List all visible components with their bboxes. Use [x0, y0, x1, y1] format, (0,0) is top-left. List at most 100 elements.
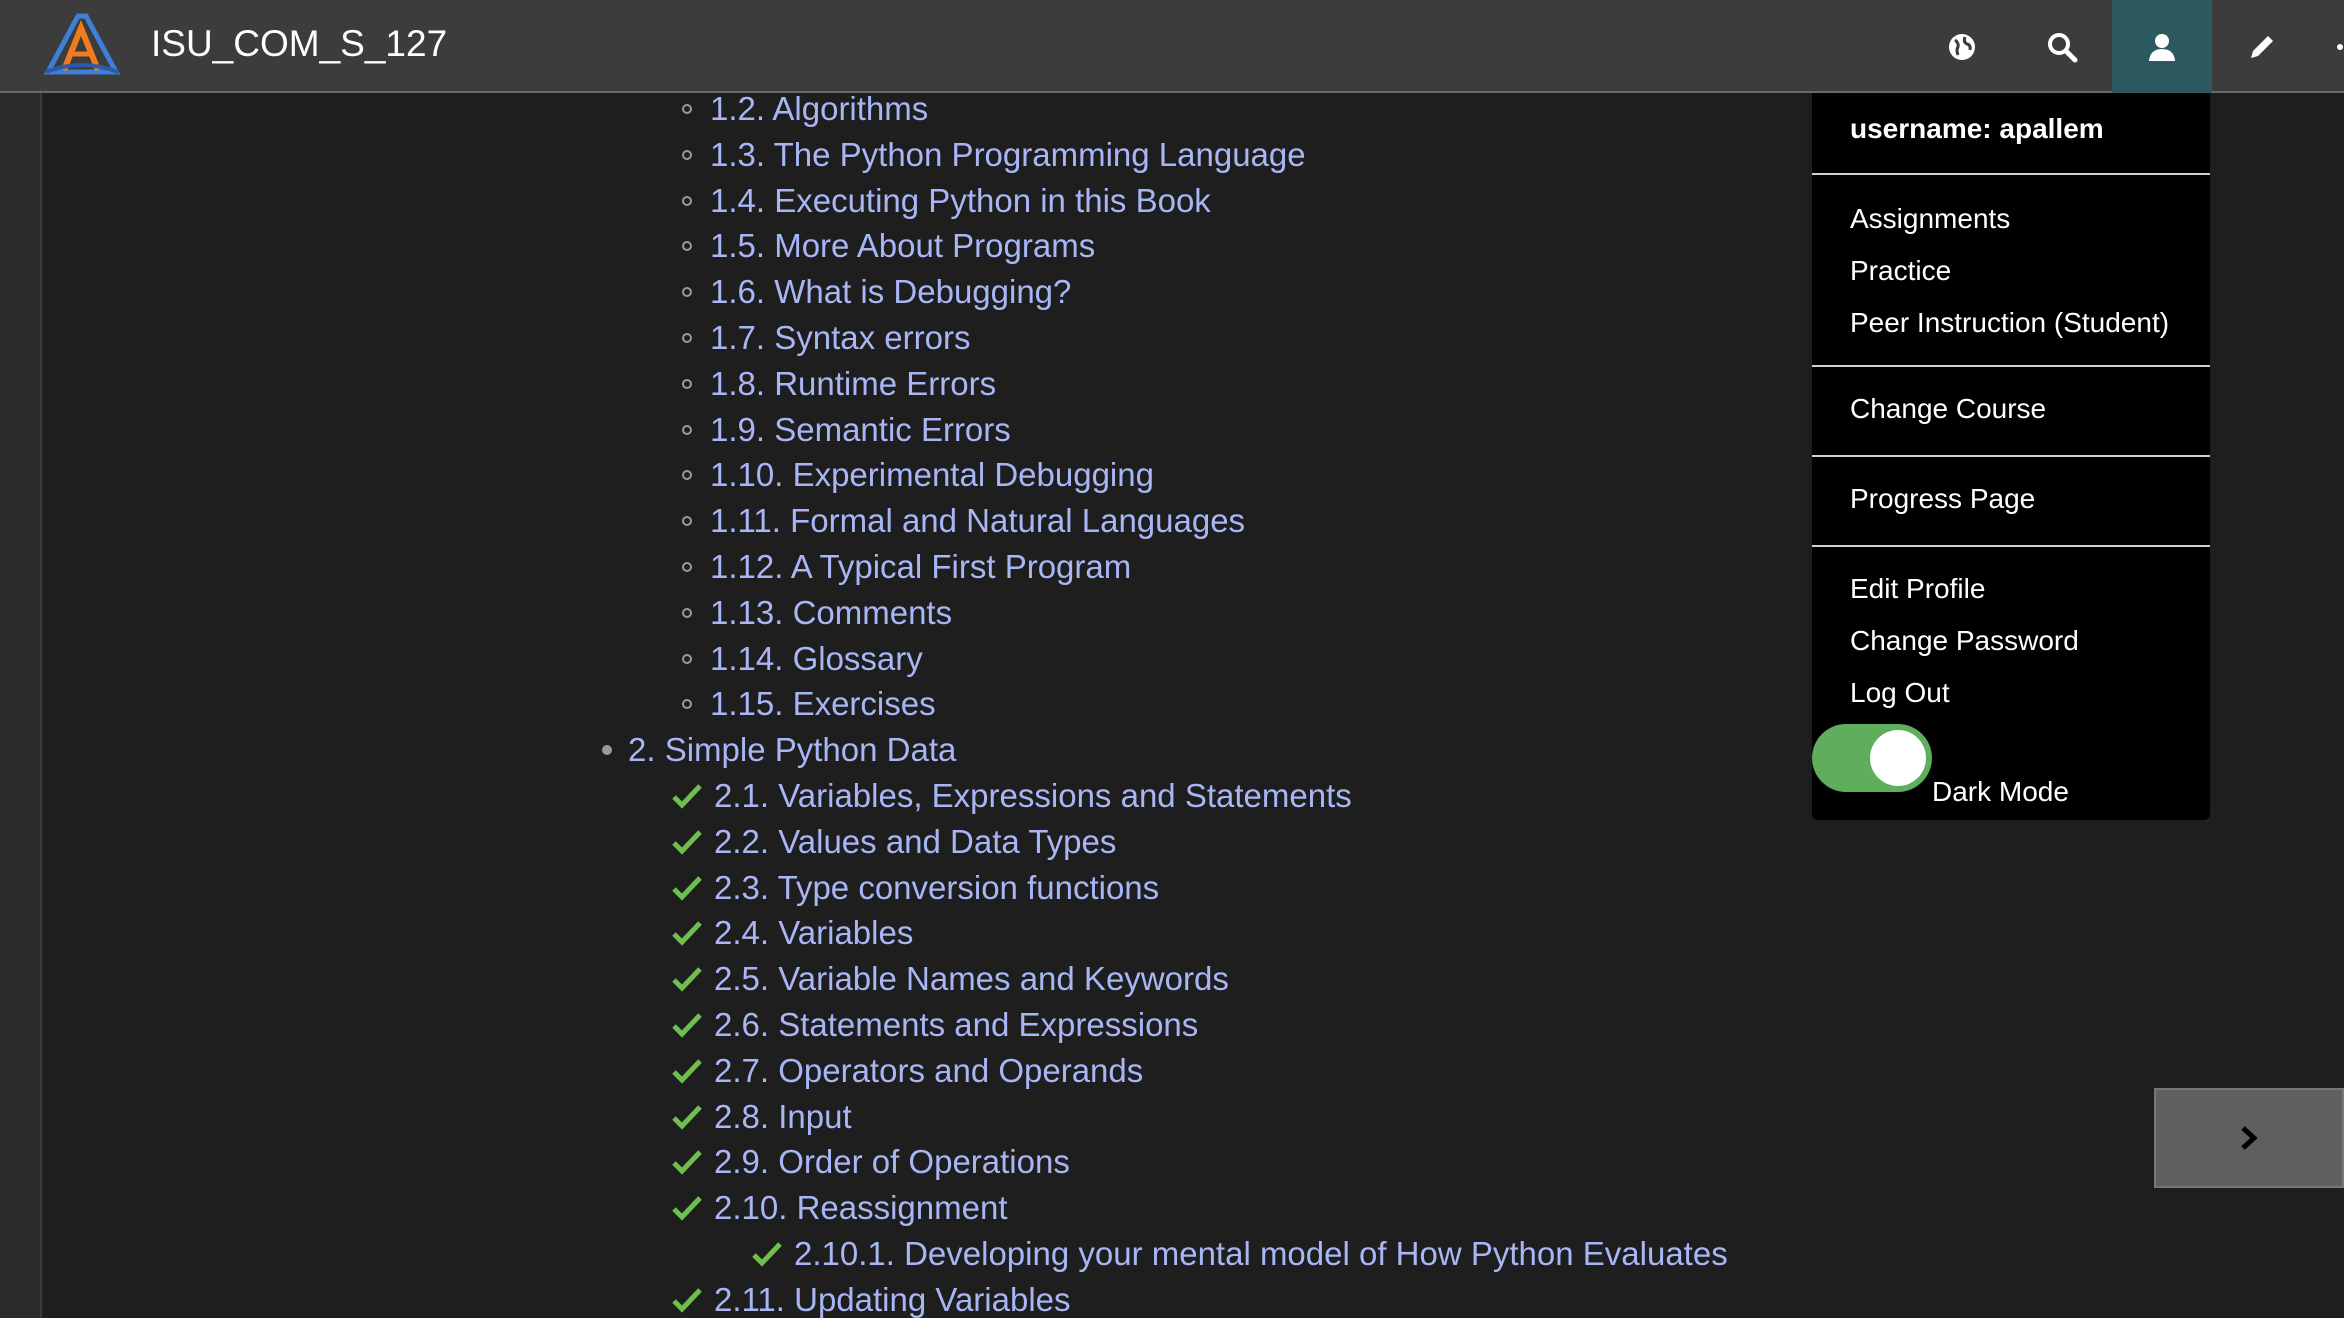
toc-item[interactable]: 1.2. Algorithms — [682, 93, 928, 131]
checkmark-icon — [672, 1104, 702, 1130]
checkmark-icon — [672, 784, 702, 809]
toc-item-label[interactable]: 2.6. Statements and Expressions — [714, 1006, 1198, 1044]
toc-item[interactable]: 1.9. Semantic Errors — [682, 408, 1011, 452]
toc-item-label[interactable]: 1.11. Formal and Natural Languages — [710, 502, 1245, 540]
globe-button[interactable] — [1912, 0, 2012, 93]
toc-item[interactable]: 2.10.1. Developing your mental model of … — [752, 1232, 1728, 1276]
toc-item-label[interactable]: 2.5. Variable Names and Keywords — [714, 960, 1229, 998]
menu-divider — [1812, 173, 2210, 175]
change-course-link[interactable]: Change Course — [1850, 389, 2046, 429]
user-dropdown-menu: username: apallem Assignments Practice P… — [1812, 93, 2210, 820]
toc-item-label[interactable]: 2.11. Updating Variables — [714, 1281, 1071, 1318]
toc-item-label[interactable]: 1.10. Experimental Debugging — [710, 456, 1154, 494]
circle-bullet-icon — [682, 241, 692, 252]
toc-item-label[interactable]: 2.2. Values and Data Types — [714, 823, 1116, 861]
toc-item[interactable]: 1.11. Formal and Natural Languages — [682, 499, 1245, 543]
dark-mode-label: Dark Mode — [1932, 776, 2069, 807]
toc-item-label[interactable]: 1.4. Executing Python in this Book — [710, 182, 1211, 220]
checkmark-icon — [752, 1242, 782, 1267]
circle-bullet-icon — [682, 653, 692, 664]
toc-item-label[interactable]: 2.8. Input — [714, 1098, 852, 1136]
toc-item-label[interactable]: 1.12. A Typical First Program — [710, 548, 1131, 586]
toc-item-label[interactable]: 2. Simple Python Data — [628, 731, 956, 769]
search-button[interactable] — [2012, 0, 2112, 93]
toc-item-label[interactable]: 2.4. Variables — [714, 914, 913, 952]
toc-item-label[interactable]: 2.1. Variables, Expressions and Statemen… — [714, 777, 1352, 815]
toc-item-label[interactable]: 1.7. Syntax errors — [710, 319, 970, 357]
toc-item[interactable]: 1.15. Exercises — [682, 682, 936, 726]
dark-mode-toggle[interactable] — [1812, 724, 1932, 792]
log-out-link[interactable]: Log Out — [1850, 673, 1950, 713]
next-page-button[interactable] — [2154, 1088, 2344, 1188]
toc-item-label[interactable]: 1.8. Runtime Errors — [710, 365, 996, 403]
course-title[interactable]: ISU_COM_S_127 — [151, 20, 447, 68]
circle-bullet-icon — [682, 149, 692, 160]
toc-item-label[interactable]: 1.13. Comments — [710, 594, 952, 632]
user-menu-button[interactable] — [2112, 0, 2212, 93]
toc-item-label[interactable]: 1.3. The Python Programming Language — [710, 136, 1306, 174]
toc-item[interactable]: 2.1. Variables, Expressions and Statemen… — [672, 774, 1352, 818]
toc-item[interactable]: 2.2. Values and Data Types — [672, 820, 1116, 864]
checkmark-icon — [672, 1013, 702, 1038]
globe-icon — [1949, 33, 1975, 60]
toc-item-label[interactable]: 2.10.1. Developing your mental model of … — [794, 1235, 1728, 1273]
username-label: username: apallem — [1850, 113, 2104, 144]
circle-bullet-icon — [682, 562, 692, 572]
toc-item[interactable]: 1.6. What is Debugging? — [682, 270, 1071, 314]
toc-item[interactable]: 2.5. Variable Names and Keywords — [672, 957, 1229, 1001]
toc-item[interactable]: 1.13. Comments — [682, 591, 952, 635]
toc-item[interactable]: 2.3. Type conversion functions — [672, 866, 1159, 910]
checkmark-icon — [672, 1288, 702, 1313]
toc-item[interactable]: 1.7. Syntax errors — [682, 316, 970, 360]
top-navbar: ISU_COM_S_127 — [0, 0, 2344, 93]
toc-item[interactable]: 2.4. Variables — [672, 911, 913, 955]
checkmark-icon — [672, 1059, 702, 1084]
checkmark-icon — [672, 1196, 702, 1221]
checkmark-icon — [672, 875, 702, 901]
toc-item-label[interactable]: 1.15. Exercises — [710, 685, 936, 723]
toc-item[interactable]: 2.6. Statements and Expressions — [672, 1003, 1198, 1047]
toc-item[interactable]: 1.5. More About Programs — [682, 224, 1095, 268]
search-icon — [2048, 32, 2078, 62]
theme-button[interactable] — [2312, 0, 2344, 93]
toc-item[interactable]: 2.11. Updating Variables — [672, 1278, 1071, 1318]
toc-item-label[interactable]: 2.3. Type conversion functions — [714, 869, 1159, 907]
checkmark-icon — [672, 921, 702, 946]
assignments-link[interactable]: Assignments — [1850, 199, 2010, 239]
peer-instruction-link[interactable]: Peer Instruction (Student) — [1850, 303, 2169, 343]
toc-item-label[interactable]: 2.7. Operators and Operands — [714, 1052, 1143, 1090]
toc-item[interactable]: 2.10. Reassignment — [672, 1186, 1008, 1230]
circle-bullet-icon — [682, 424, 692, 435]
toc-item-label[interactable]: 1.6. What is Debugging? — [710, 273, 1071, 311]
progress-page-link[interactable]: Progress Page — [1850, 479, 2035, 519]
circle-bullet-icon — [682, 195, 692, 206]
toc-item[interactable]: 2.8. Input — [672, 1095, 852, 1139]
chevron-right-icon — [2241, 1126, 2258, 1150]
toc-item-label[interactable]: 1.2. Algorithms — [710, 93, 928, 128]
circle-bullet-icon — [682, 607, 692, 618]
toc-item[interactable]: 1.3. The Python Programming Language — [682, 133, 1306, 177]
edit-profile-link[interactable]: Edit Profile — [1850, 569, 1985, 609]
toc-item-label[interactable]: 1.14. Glossary — [710, 640, 923, 678]
toc-item[interactable]: 1.14. Glossary — [682, 637, 923, 681]
circle-bullet-icon — [682, 516, 692, 527]
toc-item[interactable]: 2. Simple Python Data — [602, 728, 956, 772]
toc-item[interactable]: 1.4. Executing Python in this Book — [682, 179, 1211, 223]
toc-item-label[interactable]: 1.9. Semantic Errors — [710, 411, 1011, 449]
circle-bullet-icon — [682, 378, 692, 389]
toc-item[interactable]: 1.8. Runtime Errors — [682, 362, 996, 406]
toc-item-label[interactable]: 2.9. Order of Operations — [714, 1143, 1070, 1181]
menu-divider — [1812, 455, 2210, 457]
edit-button[interactable] — [2212, 0, 2312, 93]
practice-link[interactable]: Practice — [1850, 251, 1951, 291]
toggle-knob — [1870, 730, 1926, 786]
toc-item[interactable]: 2.7. Operators and Operands — [672, 1049, 1143, 1093]
bullet-icon — [602, 745, 612, 756]
toc-item[interactable]: 2.9. Order of Operations — [672, 1140, 1070, 1184]
toc-item[interactable]: 1.12. A Typical First Program — [682, 545, 1131, 589]
toc-item-label[interactable]: 1.5. More About Programs — [710, 227, 1095, 265]
change-password-link[interactable]: Change Password — [1850, 621, 2079, 661]
toc-item-label[interactable]: 2.10. Reassignment — [714, 1189, 1008, 1227]
runestone-logo-icon[interactable] — [42, 10, 121, 76]
toc-item[interactable]: 1.10. Experimental Debugging — [682, 453, 1154, 497]
